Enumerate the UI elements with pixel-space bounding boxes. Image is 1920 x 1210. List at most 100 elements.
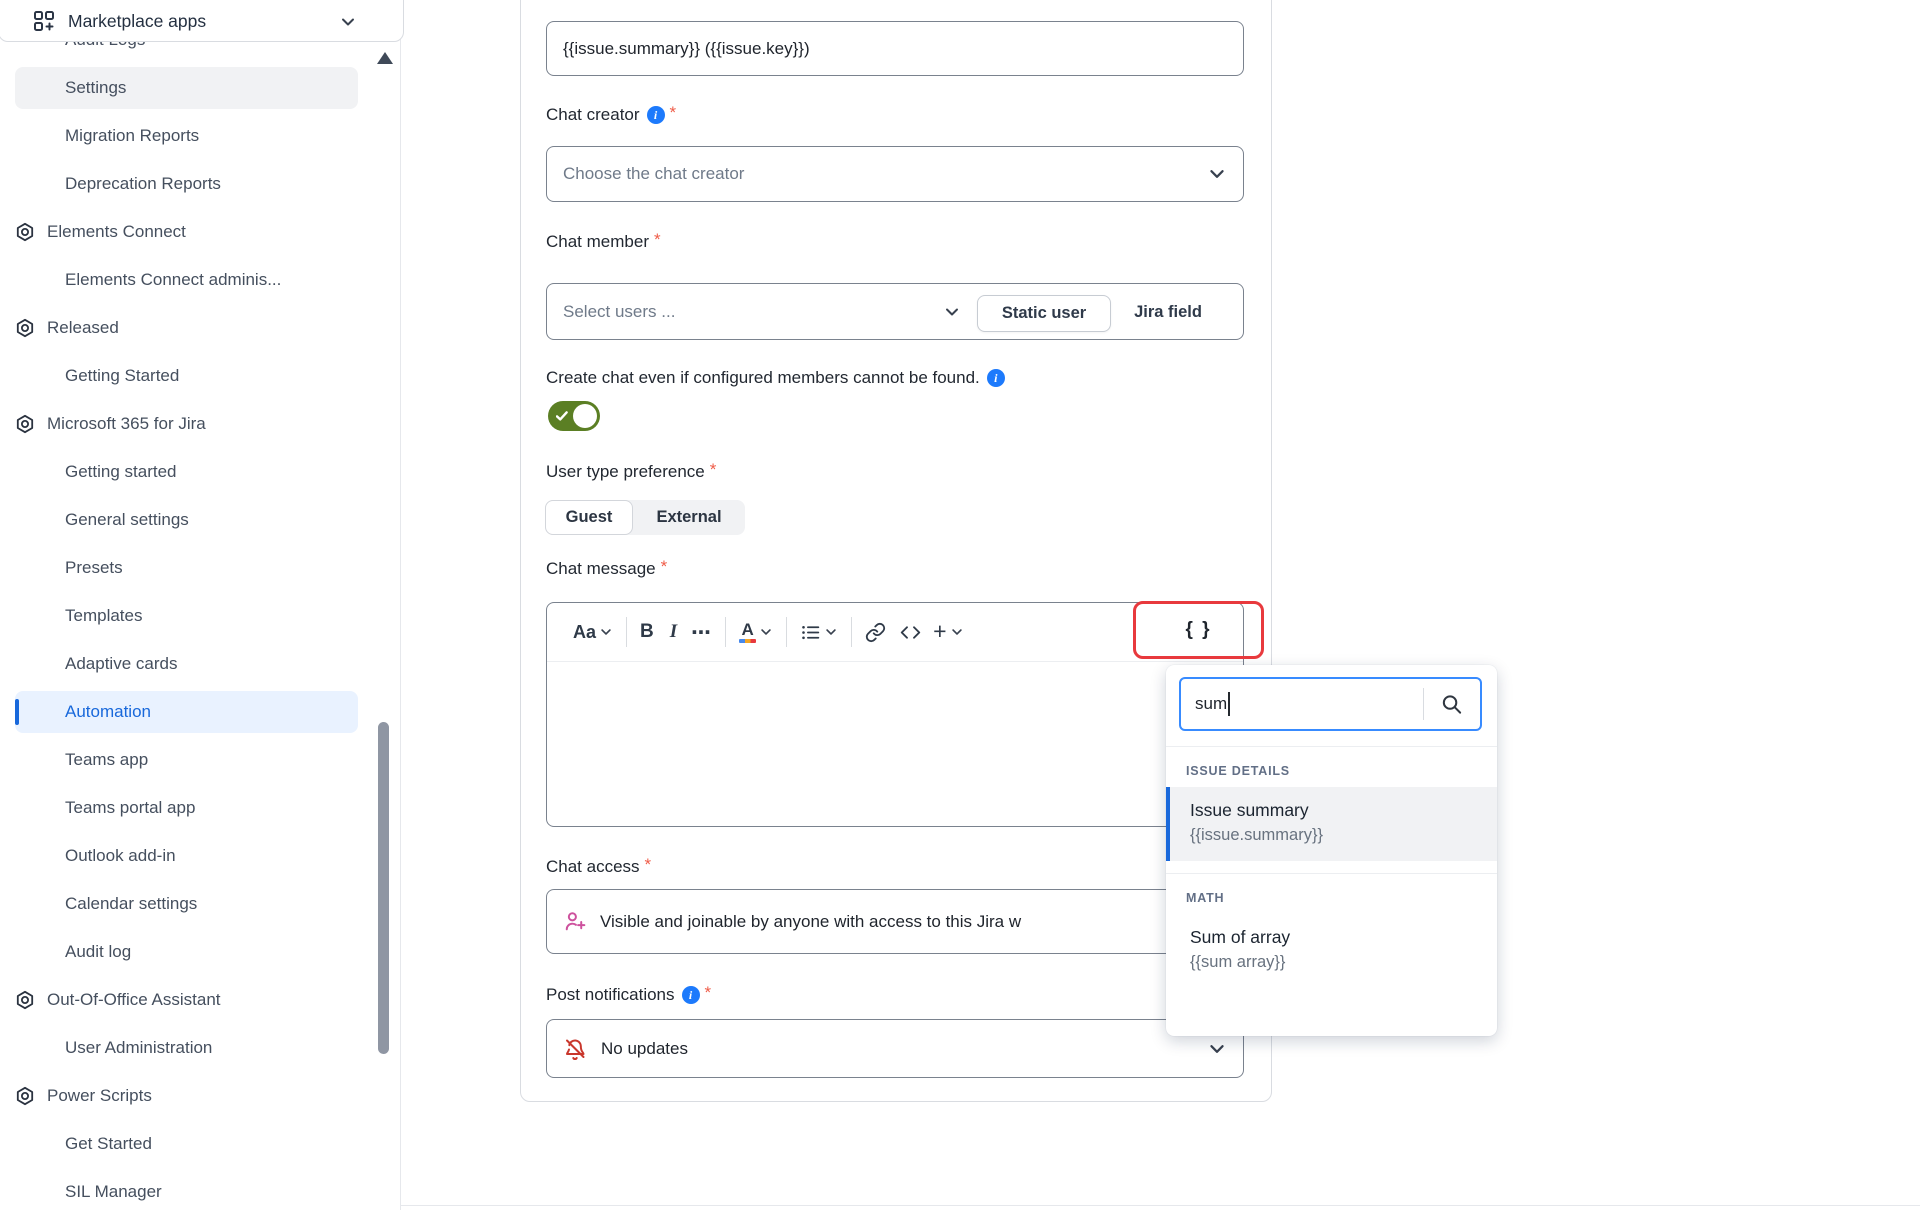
sidebar-item-templates[interactable]: Templates xyxy=(0,592,400,640)
chevron-down-icon xyxy=(943,303,961,321)
bell-off-icon xyxy=(563,1037,587,1061)
italic-button[interactable]: I xyxy=(670,621,677,643)
sidebar-item-elements-connect-adminis[interactable]: Elements Connect adminis... xyxy=(0,256,400,304)
sidebar-item-migration-reports[interactable]: Migration Reports xyxy=(0,112,400,160)
sidebar: Audit LogsSettingsMigration ReportsDepre… xyxy=(0,0,400,1210)
sidebar-item-microsoft-365-for-jira[interactable]: Microsoft 365 for Jira xyxy=(0,400,400,448)
sidebar-item-label: Getting Started xyxy=(65,366,179,386)
sidebar-item-out-of-office-assistant[interactable]: Out-Of-Office Assistant xyxy=(0,976,400,1024)
scrollbar-thumb[interactable] xyxy=(378,722,389,1054)
sidebar-item-elements-connect[interactable]: Elements Connect xyxy=(0,208,400,256)
user-type-option-guest[interactable]: Guest xyxy=(545,500,633,535)
variable-search-input[interactable]: sum xyxy=(1179,677,1482,731)
picker-item-code: {{issue.summary}} xyxy=(1190,823,1497,848)
sidebar-item-adaptive-cards[interactable]: Adaptive cards xyxy=(0,640,400,688)
create-chat-toggle-label: Create chat even if configured members c… xyxy=(546,368,1005,388)
sidebar-item-presets[interactable]: Presets xyxy=(0,544,400,592)
info-icon[interactable]: i xyxy=(682,986,700,1004)
sidebar-item-deprecation-reports[interactable]: Deprecation Reports xyxy=(0,160,400,208)
sidebar-item-label: Elements Connect xyxy=(47,222,186,242)
toolbar-divider xyxy=(851,617,852,647)
search-icon[interactable] xyxy=(1440,693,1463,716)
variables-button[interactable]: { } xyxy=(1185,619,1211,641)
sidebar-item-getting-started[interactable]: Getting started xyxy=(0,448,400,496)
sidebar-item-label: Outlook add-in xyxy=(65,846,176,866)
sidebar-item-released[interactable]: Released xyxy=(0,304,400,352)
sidebar-item-label: Released xyxy=(47,318,119,338)
sidebar-item-getting-started[interactable]: Getting Started xyxy=(0,352,400,400)
sidebar-list: Audit LogsSettingsMigration ReportsDepre… xyxy=(0,16,400,1210)
editor-content[interactable] xyxy=(547,662,1243,827)
chat-member-label: Chat member * xyxy=(546,232,661,252)
app-hexagon-icon xyxy=(15,414,35,434)
click-annotation-box: { } xyxy=(1133,601,1264,659)
sidebar-item-label: Settings xyxy=(65,78,126,98)
text-style-button[interactable]: Aa xyxy=(573,622,613,643)
picker-item-issue-summary[interactable]: Issue summary{{issue.summary}} xyxy=(1166,787,1497,861)
sidebar-item-power-scripts[interactable]: Power Scripts xyxy=(0,1072,400,1120)
jira-field-tab[interactable]: Jira field xyxy=(1113,295,1223,330)
picker-item-sum-of-array[interactable]: Sum of array{{sum array}} xyxy=(1166,914,1497,988)
sidebar-item-outlook-add-in[interactable]: Outlook add-in xyxy=(0,832,400,880)
chevron-down-icon xyxy=(339,13,357,31)
text-color-button[interactable]: A xyxy=(739,621,773,643)
create-chat-toggle[interactable] xyxy=(548,401,600,431)
sidebar-item-label: Getting started xyxy=(65,462,177,482)
sidebar-item-get-started[interactable]: Get Started xyxy=(0,1120,400,1168)
picker-item-title: Issue summary xyxy=(1190,799,1497,823)
sidebar-item-label: Presets xyxy=(65,558,123,578)
user-type-option-external[interactable]: External xyxy=(633,500,745,535)
post-notifications-select[interactable]: No updates xyxy=(546,1019,1244,1078)
bold-button[interactable]: B xyxy=(640,621,654,643)
sidebar-item-automation[interactable]: Automation xyxy=(0,688,400,736)
picker-groups: ISSUE DETAILS Issue summary{{issue.summar… xyxy=(1166,747,1497,989)
chat-name-input[interactable] xyxy=(546,21,1244,76)
chat-creator-select[interactable]: Choose the chat creator xyxy=(546,146,1244,202)
sidebar-item-label: Get Started xyxy=(65,1134,152,1154)
sidebar-item-general-settings[interactable]: General settings xyxy=(0,496,400,544)
sidebar-item-label: Out-Of-Office Assistant xyxy=(47,990,221,1010)
static-user-tab[interactable]: Static user xyxy=(977,295,1111,332)
code-button[interactable] xyxy=(900,622,921,643)
chevron-down-icon xyxy=(824,625,838,639)
toolbar-divider xyxy=(725,617,726,647)
info-icon[interactable]: i xyxy=(987,369,1005,387)
user-type-label: User type preference * xyxy=(546,462,716,482)
chat-member-field: Select users ... Static user Jira field xyxy=(546,283,1244,340)
app-hexagon-icon xyxy=(15,1086,35,1106)
required-asterisk: * xyxy=(645,855,652,875)
sidebar-item-audit-log[interactable]: Audit log xyxy=(0,928,400,976)
chat-message-label: Chat message * xyxy=(546,559,667,579)
sidebar-item-label: Adaptive cards xyxy=(65,654,177,674)
link-button[interactable] xyxy=(865,622,886,643)
marketplace-apps-dropdown[interactable]: Marketplace apps xyxy=(0,0,404,42)
marketplace-apps-label: Marketplace apps xyxy=(68,11,206,32)
list-button[interactable] xyxy=(800,622,838,643)
variable-picker-panel: sum ISSUE DETAILS Issue summary{{issue.su… xyxy=(1166,665,1497,1036)
info-icon[interactable]: i xyxy=(647,106,665,124)
chevron-down-icon xyxy=(759,625,773,639)
chat-member-select[interactable]: Select users ... xyxy=(563,302,675,322)
required-asterisk: * xyxy=(710,460,717,480)
sidebar-item-user-administration[interactable]: User Administration xyxy=(0,1024,400,1072)
sidebar-item-calendar-settings[interactable]: Calendar settings xyxy=(0,880,400,928)
sidebar-item-label: Teams portal app xyxy=(65,798,195,818)
sidebar-item-teams-app[interactable]: Teams app xyxy=(0,736,400,784)
insert-button[interactable]: + xyxy=(933,620,963,645)
required-asterisk: * xyxy=(705,983,712,1003)
sidebar-item-label: Elements Connect adminis... xyxy=(65,270,281,290)
chevron-down-icon xyxy=(599,625,613,639)
picker-group-header-issue-details: ISSUE DETAILS xyxy=(1186,764,1497,778)
picker-divider xyxy=(1166,873,1497,874)
sidebar-item-settings[interactable]: Settings xyxy=(0,64,400,112)
sidebar-divider xyxy=(400,36,401,1210)
app-hexagon-icon xyxy=(15,318,35,338)
more-formatting-button[interactable]: ⋯ xyxy=(691,620,712,645)
sidebar-item-sil-manager[interactable]: SIL Manager xyxy=(0,1168,400,1210)
picker-item-title: Sum of array xyxy=(1190,926,1497,950)
scrollbar-up-arrow[interactable] xyxy=(377,52,393,64)
apps-grid-icon xyxy=(32,9,56,33)
person-add-icon xyxy=(563,909,588,934)
chat-access-select[interactable]: Visible and joinable by anyone with acce… xyxy=(546,889,1244,954)
sidebar-item-teams-portal-app[interactable]: Teams portal app xyxy=(0,784,400,832)
